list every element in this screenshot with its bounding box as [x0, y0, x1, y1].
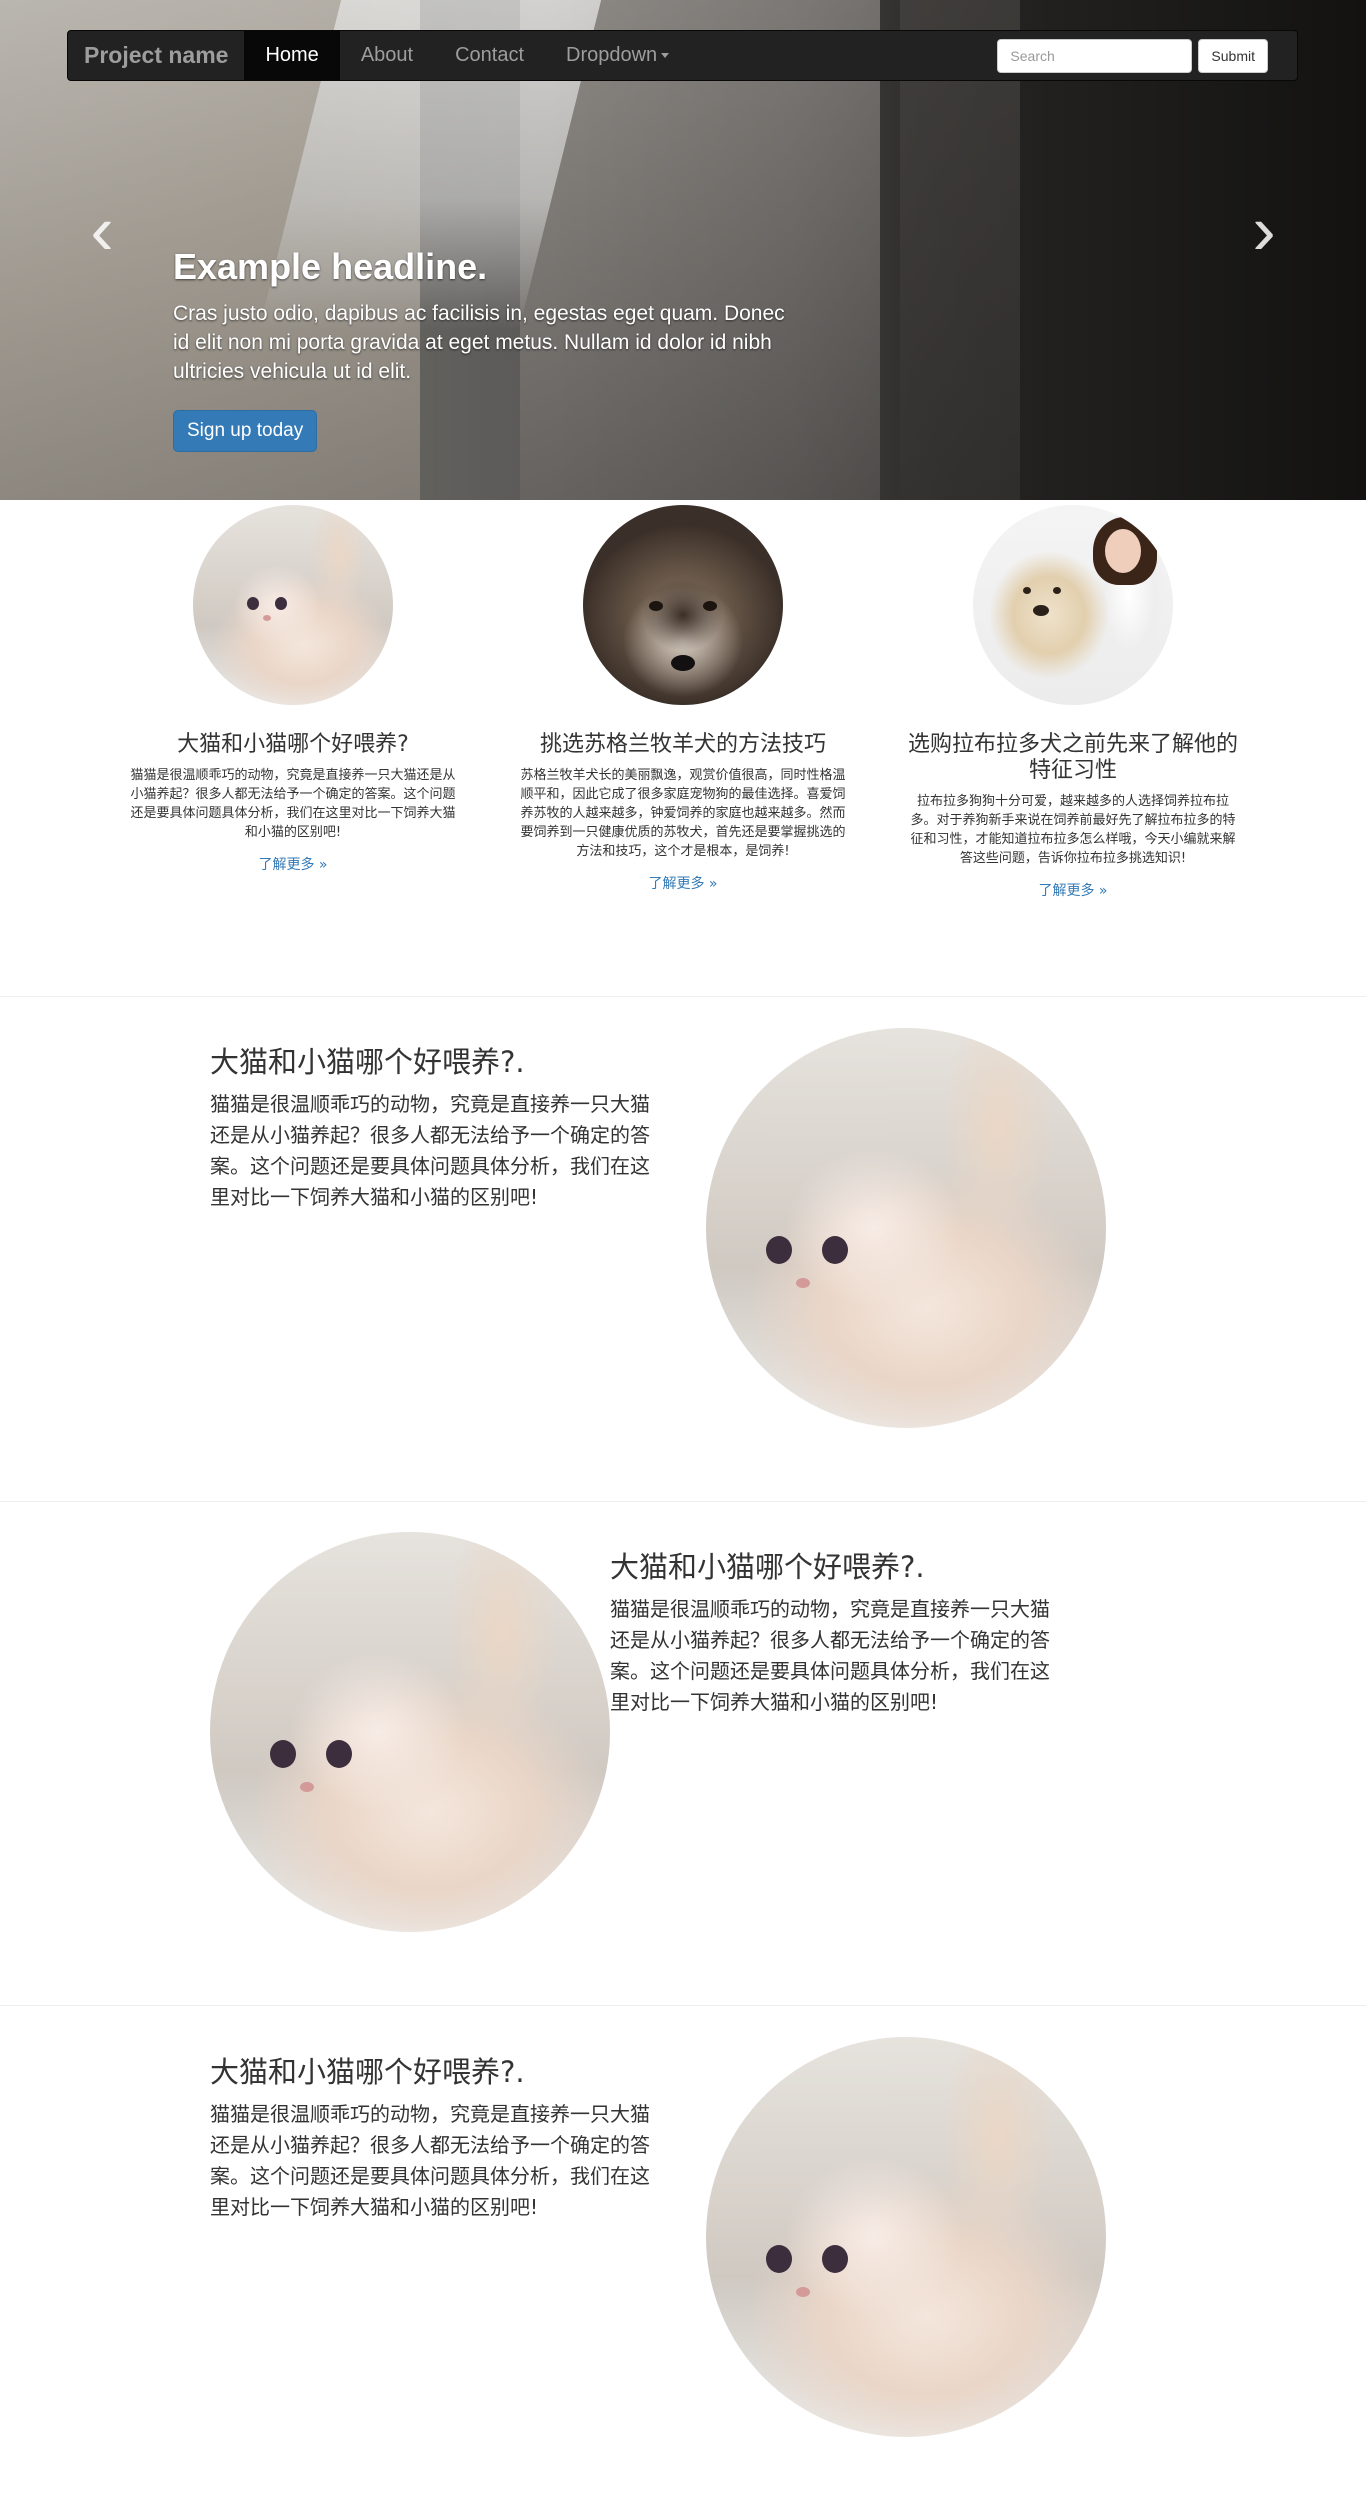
- labrador-vet-photo: [973, 505, 1173, 705]
- kitten-nose: [300, 1782, 314, 1792]
- nav-item-dropdown-label: Dropdown: [566, 44, 658, 66]
- featurette-heading: 大猫和小猫哪个好喂养?.: [210, 1045, 660, 1079]
- carousel-caption: Example headline. Cras justo odio, dapib…: [173, 245, 793, 452]
- kitten-nose: [796, 2287, 810, 2297]
- featurette-heading-main: 大猫和小猫哪个好喂养?: [210, 1045, 516, 1079]
- kitten-photo: [706, 2037, 1106, 2437]
- featurette-heading-suffix: .: [515, 1045, 525, 1079]
- nav-item-about[interactable]: About: [340, 31, 434, 80]
- featurette-text: 大猫和小猫哪个好喂养?. 猫猫是很温顺乖巧的动物，究竟是直接养一只大猫还是从小猫…: [210, 1045, 660, 1213]
- featurette-divider: [0, 2005, 1366, 2006]
- marketing-column: 大猫和小猫哪个好喂养? 猫猫是很温顺乖巧的动物，究竟是直接养一只大猫还是从小猫养…: [128, 732, 458, 874]
- featurette-heading-suffix: .: [915, 1550, 925, 1584]
- hero-headline: Example headline.: [173, 246, 488, 287]
- featurette-heading-main: 大猫和小猫哪个好喂养?: [610, 1550, 916, 1584]
- vet-face: [1105, 529, 1141, 573]
- nav-item-dropdown[interactable]: Dropdown: [545, 31, 690, 80]
- learn-more-link[interactable]: 了解更多 »: [1038, 880, 1107, 900]
- nav-item-home[interactable]: Home: [244, 31, 340, 80]
- featurette-text: 大猫和小猫哪个好喂养?. 猫猫是很温顺乖巧的动物，究竟是直接养一只大猫还是从小猫…: [210, 2055, 660, 2223]
- navbar-brand[interactable]: Project name: [68, 30, 244, 81]
- column-text: 猫猫是很温顺乖巧的动物，究竟是直接养一只大猫还是从小猫养起？很多人都无法给予一个…: [130, 768, 456, 840]
- featurette-heading-main: 大猫和小猫哪个好喂养?: [210, 2055, 516, 2089]
- kitten-eye: [275, 597, 287, 610]
- labrador-nose: [1033, 605, 1049, 616]
- featurette-paragraph: 猫猫是很温顺乖巧的动物，究竟是直接养一只大猫还是从小猫养起？很多人都无法给予一个…: [210, 2102, 650, 2219]
- kitten-eye: [822, 2245, 848, 2273]
- kitten-photo: [706, 1028, 1106, 1428]
- kitten-eye: [766, 2245, 792, 2273]
- column-heading: 大猫和小猫哪个好喂养?: [177, 732, 409, 757]
- kitten-eye: [766, 1236, 792, 1264]
- carousel-prev-button[interactable]: ‹: [72, 190, 132, 270]
- sheltie-dog-photo: [583, 505, 783, 705]
- navbar: Project name Home About Contact Dropdown…: [67, 30, 1298, 81]
- learn-more-link[interactable]: 了解更多 »: [648, 873, 717, 893]
- marketing-column: 选购拉布拉多犬之前先来了解他的特征习性 拉布拉多狗狗十分可爱，越来越多的人选择饲…: [908, 732, 1238, 900]
- kitten-eye: [326, 1740, 352, 1768]
- kitten-eye: [822, 1236, 848, 1264]
- labrador-eye: [1053, 587, 1061, 594]
- featurette-heading: 大猫和小猫哪个好喂养?.: [210, 2055, 660, 2089]
- kitten-nose: [796, 1278, 810, 1288]
- kitten-nose: [263, 615, 271, 621]
- featurette-divider: [0, 1501, 1366, 1502]
- kitten-photo: [210, 1532, 610, 1932]
- labrador-eye: [1023, 587, 1031, 594]
- navbar-search-form: Submit: [997, 38, 1297, 73]
- hero-text: Cras justo odio, dapibus ac facilisis in…: [173, 302, 785, 383]
- dog-eye: [703, 601, 717, 611]
- dog-eye: [649, 601, 663, 611]
- kitten-eye: [247, 597, 259, 610]
- caret-down-icon: [661, 53, 670, 59]
- featurette-heading-suffix: .: [515, 2055, 525, 2089]
- carousel-next-button[interactable]: ›: [1234, 190, 1294, 270]
- featurette-divider: [0, 996, 1366, 997]
- featurette-text: 大猫和小猫哪个好喂养?. 猫猫是很温顺乖巧的动物，究竟是直接养一只大猫还是从小猫…: [610, 1550, 1060, 1718]
- learn-more-link[interactable]: 了解更多 »: [258, 854, 327, 874]
- marketing-column: 挑选苏格兰牧羊犬的方法技巧 苏格兰牧羊犬长的美丽飘逸，观赏价值很高，同时性格温顺…: [518, 732, 848, 893]
- featurette-paragraph: 猫猫是很温顺乖巧的动物，究竟是直接养一只大猫还是从小猫养起？很多人都无法给予一个…: [210, 1092, 650, 1209]
- chevron-right-icon: ›: [1252, 191, 1276, 269]
- submit-button[interactable]: Submit: [1198, 38, 1268, 73]
- sign-up-button[interactable]: Sign up today: [173, 410, 318, 452]
- column-heading: 挑选苏格兰牧羊犬的方法技巧: [539, 732, 826, 757]
- kitten-eye: [270, 1740, 296, 1768]
- column-text: 苏格兰牧羊犬长的美丽飘逸，观赏价值很高，同时性格温顺平和，因此它成了很多家庭宠物…: [520, 768, 846, 859]
- featurette-paragraph: 猫猫是很温顺乖巧的动物，究竟是直接养一只大猫还是从小猫养起？很多人都无法给予一个…: [610, 1597, 1050, 1714]
- kitten-photo: [193, 505, 393, 705]
- nav-menu: Home About Contact Dropdown: [244, 31, 690, 80]
- chevron-left-icon: ‹: [90, 191, 114, 269]
- featurette-heading: 大猫和小猫哪个好喂养?.: [610, 1550, 1060, 1584]
- column-heading: 选购拉布拉多犬之前先来了解他的特征习性: [908, 732, 1239, 783]
- column-text: 拉布拉多狗狗十分可爱，越来越多的人选择饲养拉布拉多。对于养狗新手来说在饲养前最好…: [910, 794, 1236, 866]
- search-input[interactable]: [997, 38, 1193, 73]
- nav-item-contact[interactable]: Contact: [434, 31, 545, 80]
- dog-nose: [671, 655, 695, 671]
